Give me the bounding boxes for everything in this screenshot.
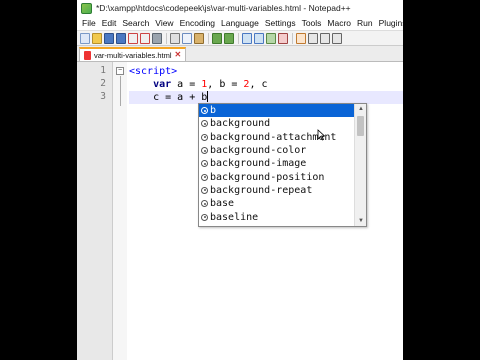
keyword-icon — [201, 200, 208, 208]
autocomplete-item[interactable]: background — [199, 117, 355, 130]
notepad-plus-plus-logo-icon — [81, 2, 92, 14]
autocomplete-item[interactable]: base — [199, 197, 355, 210]
fold-toggle-icon[interactable]: − — [116, 67, 124, 75]
toolbar-separator — [292, 32, 293, 44]
line-number: 2 — [100, 78, 106, 89]
paste-icon[interactable] — [194, 32, 204, 44]
toolbar — [77, 30, 403, 46]
autocomplete-item-label: b — [210, 105, 217, 117]
toolbar-separator — [208, 32, 209, 44]
autocomplete-item-label: baseline — [210, 211, 259, 223]
show-all-icon[interactable] — [320, 32, 330, 44]
new-file-icon[interactable] — [80, 32, 90, 44]
autocomplete-item[interactable]: background-color — [199, 144, 355, 157]
find-icon[interactable] — [242, 32, 252, 44]
indent-guide-icon[interactable] — [332, 32, 342, 44]
undo-icon[interactable] — [212, 32, 222, 44]
copy-icon[interactable] — [182, 32, 192, 44]
close-all-icon[interactable] — [140, 32, 150, 44]
autocomplete-item-label: background-position — [210, 171, 325, 183]
autocomplete-item[interactable]: b — [199, 104, 355, 118]
menu-language[interactable]: Language — [218, 18, 262, 28]
save-icon[interactable] — [104, 32, 114, 44]
tab-bar: var-multi-variables.html ✕ — [77, 46, 403, 62]
scroll-up-arrow-icon[interactable]: ▲ — [355, 104, 366, 114]
autocomplete-item-label: background-color — [210, 145, 307, 157]
line-number: 3 — [100, 91, 106, 102]
keyword-icon — [201, 120, 208, 128]
code-token: c = a + b — [129, 92, 208, 103]
unsaved-file-icon — [84, 50, 91, 60]
menu-view[interactable]: View — [152, 18, 176, 28]
code-token: , b = — [207, 79, 244, 90]
replace-icon[interactable] — [254, 32, 264, 44]
menu-run[interactable]: Run — [354, 18, 376, 28]
keyword-icon — [201, 186, 208, 194]
save-all-icon[interactable] — [116, 32, 126, 44]
autocomplete-list: b background background-attachment backgrou… — [199, 104, 355, 224]
title-bar: *D:\xampp\htdocs\codepeek\js\var-multi-v… — [77, 0, 403, 16]
menu-file[interactable]: File — [79, 18, 99, 28]
window-title: *D:\xampp\htdocs\codepeek\js\var-multi-v… — [96, 3, 351, 13]
line-number: 1 — [100, 65, 106, 76]
tab-var-multi-variables[interactable]: var-multi-variables.html ✕ — [79, 47, 187, 61]
tab-label: var-multi-variables.html — [94, 50, 172, 60]
autocomplete-item[interactable]: background-image — [199, 157, 355, 170]
code-editor[interactable]: 1 2 3 − <script> var a = 1, b = 2, c c =… — [77, 62, 403, 360]
scroll-down-arrow-icon[interactable]: ▼ — [355, 216, 366, 226]
autocomplete-popup: b background background-attachment backgrou… — [198, 103, 367, 227]
zoom-out-icon[interactable] — [278, 32, 288, 44]
line-number-gutter: 1 2 3 — [77, 62, 113, 360]
notepad-plus-plus-window: *D:\xampp\htdocs\codepeek\js\var-multi-v… — [77, 0, 403, 360]
cut-icon[interactable] — [170, 32, 180, 44]
code-line-2: var a = 1, b = 2, c — [129, 78, 268, 91]
keyword-icon — [201, 160, 208, 168]
menu-tools[interactable]: Tools — [299, 18, 325, 28]
print-icon[interactable] — [152, 32, 162, 44]
open-icon[interactable] — [92, 32, 102, 44]
zoom-in-icon[interactable] — [266, 32, 276, 44]
text-caret — [207, 91, 209, 102]
keyword-icon — [201, 133, 208, 141]
keyword-icon — [201, 107, 208, 115]
code-token: <script> — [129, 66, 178, 77]
toolbar-separator — [238, 32, 239, 44]
code-token: var — [153, 79, 172, 90]
toolbar-separator — [166, 32, 167, 44]
autocomplete-item-label: base — [210, 198, 235, 210]
mouse-pointer-icon — [317, 129, 325, 141]
menu-bar: File Edit Search View Encoding Language … — [77, 16, 403, 30]
wrap-icon[interactable] — [308, 32, 318, 44]
menu-encoding[interactable]: Encoding — [177, 18, 218, 28]
autocomplete-item-label: background-image — [210, 158, 307, 170]
fold-margin — [113, 62, 127, 360]
keyword-icon — [201, 213, 208, 221]
keyword-icon — [201, 147, 208, 155]
autocomplete-item[interactable]: background-repeat — [199, 184, 355, 197]
autocomplete-item[interactable]: background-position — [199, 170, 355, 183]
menu-edit[interactable]: Edit — [99, 18, 120, 28]
tab-close-icon[interactable]: ✕ — [175, 51, 182, 59]
menu-settings[interactable]: Settings — [262, 18, 299, 28]
keyword-icon — [201, 173, 208, 181]
fold-line — [120, 76, 121, 106]
scrollbar-thumb[interactable] — [357, 116, 364, 136]
autocomplete-item[interactable]: background-attachment — [199, 131, 355, 144]
redo-icon[interactable] — [224, 32, 234, 44]
autocomplete-item[interactable]: baseline — [199, 210, 355, 223]
autocomplete-item-label: background — [210, 118, 271, 130]
sync-icon[interactable] — [296, 32, 306, 44]
code-token: , c — [249, 79, 268, 90]
code-line-1: <script> — [129, 65, 177, 78]
close-icon[interactable] — [128, 32, 138, 44]
autocomplete-item-label: background-repeat — [210, 184, 313, 196]
menu-macro[interactable]: Macro — [324, 18, 354, 28]
code-token: a = — [171, 79, 202, 90]
menu-plugins[interactable]: Plugins — [376, 18, 403, 28]
menu-search[interactable]: Search — [119, 18, 152, 28]
autocomplete-scrollbar[interactable]: ▲ ▼ — [354, 104, 366, 226]
